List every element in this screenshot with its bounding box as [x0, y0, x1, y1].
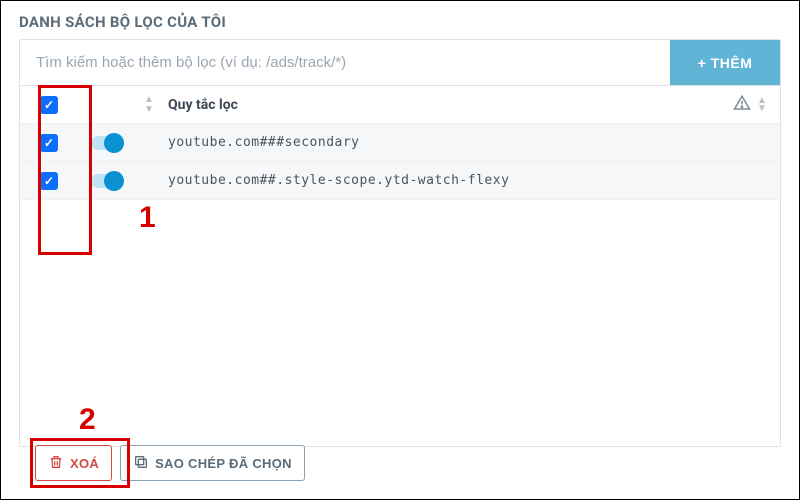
copy-icon [133, 454, 149, 473]
sort-asc-icon: ▲▼ [757, 97, 767, 113]
add-filter-button[interactable]: + THÊM [670, 40, 780, 85]
search-row: + THÊM [20, 40, 780, 86]
table-row: ✓ youtube.com###secondary [20, 124, 780, 162]
select-all-cell[interactable]: ✓ [20, 96, 78, 114]
warning-column-header[interactable]: ▲▼ [720, 94, 780, 116]
sort-control[interactable]: ▲ ▼ [134, 96, 164, 114]
row-checkbox[interactable]: ✓ [40, 172, 58, 190]
select-all-checkbox[interactable]: ✓ [40, 96, 58, 114]
rule-text: youtube.com###secondary [164, 135, 720, 150]
filter-table: ✓ ▲ ▼ Quy tắc lọc ▲▼ ✓ [20, 86, 780, 446]
row-checkbox[interactable]: ✓ [40, 134, 58, 152]
rule-text: youtube.com##.style-scope.ytd-watch-flex… [164, 173, 720, 188]
copy-selected-button[interactable]: SAO CHÉP ĐÃ CHỌN [120, 445, 305, 481]
warning-icon [733, 94, 751, 116]
row-toggle[interactable] [91, 136, 121, 150]
rule-column-header[interactable]: Quy tắc lọc [164, 97, 720, 113]
search-input[interactable] [20, 40, 670, 85]
footer-actions: XOÁ SAO CHÉP ĐÃ CHỌN [35, 445, 305, 481]
sort-asc-icon: ▲ [144, 96, 154, 104]
delete-button[interactable]: XOÁ [35, 445, 112, 481]
section-title: DANH SÁCH BỘ LỌC CỦA TÔI [19, 13, 781, 31]
filter-panel: + THÊM ✓ ▲ ▼ Quy tắc lọc ▲▼ [19, 39, 781, 447]
trash-icon [48, 454, 64, 473]
copy-label: SAO CHÉP ĐÃ CHỌN [155, 456, 292, 471]
delete-label: XOÁ [70, 456, 99, 471]
sort-desc-icon: ▼ [144, 106, 154, 114]
table-header-row: ✓ ▲ ▼ Quy tắc lọc ▲▼ [20, 86, 780, 124]
table-row: ✓ youtube.com##.style-scope.ytd-watch-fl… [20, 162, 780, 200]
row-toggle[interactable] [91, 174, 121, 188]
